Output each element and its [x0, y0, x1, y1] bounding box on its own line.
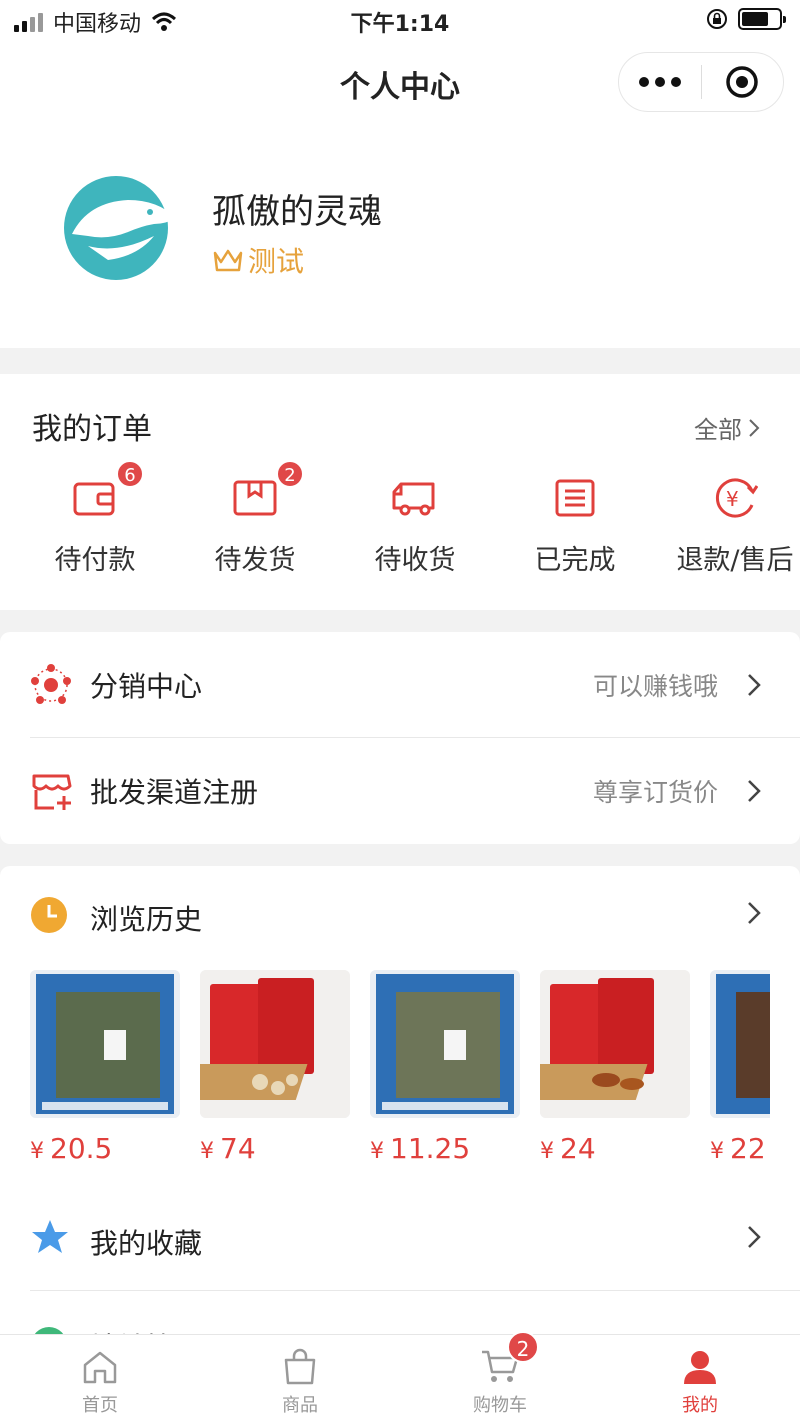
wholesale-hint: 尊享订货价: [592, 778, 718, 807]
order-pending-payment[interactable]: 6 待付款: [30, 460, 160, 577]
order-label: 已完成: [534, 545, 616, 576]
chevron-right-icon: [748, 674, 761, 696]
tab-label: 我的: [682, 1395, 718, 1416]
chevron-right-icon: [748, 780, 761, 802]
product-thumbnail: [710, 970, 770, 1118]
wholesale-register-row[interactable]: 批发渠道注册 尊享订货价: [0, 738, 800, 844]
product-price: ¥22: [710, 1132, 770, 1165]
user-nickname: 孤傲的灵魂: [212, 192, 382, 232]
battery-icon: [738, 8, 786, 30]
history-title: 浏览历史: [90, 903, 203, 936]
price-value: 22: [730, 1132, 766, 1165]
status-time: 下午1:14: [350, 12, 450, 37]
tab-home[interactable]: 首页: [0, 1335, 200, 1422]
member-level: 测试: [212, 240, 304, 280]
tab-cart[interactable]: 2 购物车: [400, 1331, 600, 1422]
product-price: ¥24: [540, 1132, 690, 1165]
order-badge: 6: [116, 460, 144, 488]
bag-icon: [284, 1348, 316, 1385]
status-bar: 中国移动 下午1:14: [0, 0, 800, 40]
tab-mine[interactable]: 我的: [600, 1335, 800, 1422]
star-icon: [32, 1220, 68, 1253]
orders-card: 我的订单 全部 6 待付款 2 待发货 待收货 已完成 ¥ 退款/售后: [0, 374, 800, 610]
product-price: ¥20.5: [30, 1132, 180, 1165]
product-price: ¥11.25: [370, 1132, 520, 1165]
currency-symbol: ¥: [540, 1139, 554, 1164]
nav-bar: 个人中心: [0, 40, 800, 124]
refund-icon: ¥: [715, 478, 758, 518]
more-icon[interactable]: [619, 77, 701, 87]
history-header[interactable]: 浏览历史: [0, 866, 800, 966]
profile-card: 孤傲的灵魂 测试: [0, 124, 800, 348]
orders-all-link[interactable]: 全部: [694, 410, 760, 445]
order-pending-receipt[interactable]: 待收货: [350, 460, 480, 577]
wholesale-label: 批发渠道注册: [90, 776, 259, 809]
cart-badge: 2: [507, 1331, 539, 1363]
product-price: ¥74: [200, 1132, 350, 1165]
tab-bar: 首页 商品 2 购物车 我的: [0, 1331, 800, 1422]
distribution-center-row[interactable]: 分销中心 可以赚钱哦: [0, 632, 800, 738]
favorites-row[interactable]: 我的收藏: [0, 1184, 800, 1290]
order-pending-shipment[interactable]: 2 待发货: [190, 460, 320, 577]
favorites-label: 我的收藏: [90, 1227, 203, 1260]
price-value: 74: [220, 1132, 256, 1165]
status-right: [706, 8, 786, 30]
history-product-list: ¥20.5 ¥74 ¥ 11.25 ¥ 24 ¥ 22: [30, 970, 770, 1170]
rotation-lock-icon: [707, 9, 727, 29]
order-status-list: 6 待付款 2 待发货 待收货 已完成 ¥ 退款/售后: [0, 460, 800, 577]
distribution-hint: 可以赚钱哦: [592, 672, 718, 701]
user-icon: [684, 1351, 716, 1384]
order-label: 待发货: [214, 545, 296, 576]
order-label: 退款/售后: [676, 545, 794, 576]
currency-symbol: ¥: [370, 1139, 384, 1164]
distribution-label: 分销中心: [90, 670, 203, 703]
currency-symbol: ¥: [30, 1139, 44, 1164]
close-target-icon[interactable]: [702, 64, 784, 100]
order-completed[interactable]: 已完成: [510, 460, 640, 577]
tab-label: 首页: [82, 1395, 118, 1416]
mini-program-capsule: [618, 52, 784, 112]
network-icon: [31, 664, 71, 704]
package-icon: [233, 480, 277, 516]
product-thumbnail: [540, 970, 690, 1118]
price-value: 11.25: [390, 1132, 471, 1165]
storefront-add-icon: [32, 774, 72, 810]
tab-label: 商品: [282, 1395, 318, 1416]
tab-label: 购物车: [473, 1395, 527, 1416]
orders-all-label: 全部: [694, 416, 742, 444]
chevron-right-icon: [748, 1226, 761, 1248]
product-thumbnail: [370, 970, 520, 1118]
orders-title: 我的订单: [32, 412, 152, 447]
product-thumbnail: [30, 970, 180, 1118]
order-label: 待付款: [54, 545, 136, 576]
tab-products[interactable]: 商品: [200, 1335, 400, 1422]
order-label: 待收货: [374, 545, 456, 576]
truck-icon: [392, 482, 435, 516]
home-icon: [83, 1351, 117, 1384]
price-value: 24: [560, 1132, 596, 1165]
history-product[interactable]: ¥11.25: [370, 970, 520, 1165]
wallet-icon: [73, 482, 115, 516]
price-value: 20.5: [50, 1132, 113, 1165]
chevron-right-icon: [748, 902, 761, 924]
order-refund[interactable]: ¥ 退款/售后: [670, 460, 800, 577]
member-level-label: 测试: [248, 245, 305, 278]
history-product[interactable]: ¥74: [200, 970, 350, 1165]
chevron-right-icon: [749, 418, 760, 437]
row-divider: [30, 1290, 800, 1291]
service-menu-card: 分销中心 可以赚钱哦 批发渠道注册 尊享订货价: [0, 632, 800, 844]
document-icon: [555, 479, 595, 517]
svg-text:¥: ¥: [726, 487, 739, 511]
history-product[interactable]: ¥24: [540, 970, 690, 1165]
product-thumbnail: [200, 970, 350, 1118]
currency-symbol: ¥: [200, 1139, 214, 1164]
clock-icon: [31, 897, 67, 933]
order-badge: 2: [276, 460, 304, 488]
currency-symbol: ¥: [710, 1139, 724, 1164]
history-product[interactable]: ¥20.5: [30, 970, 180, 1165]
history-product[interactable]: ¥22: [710, 970, 770, 1165]
crown-icon: [213, 249, 243, 272]
avatar[interactable]: [58, 174, 182, 282]
